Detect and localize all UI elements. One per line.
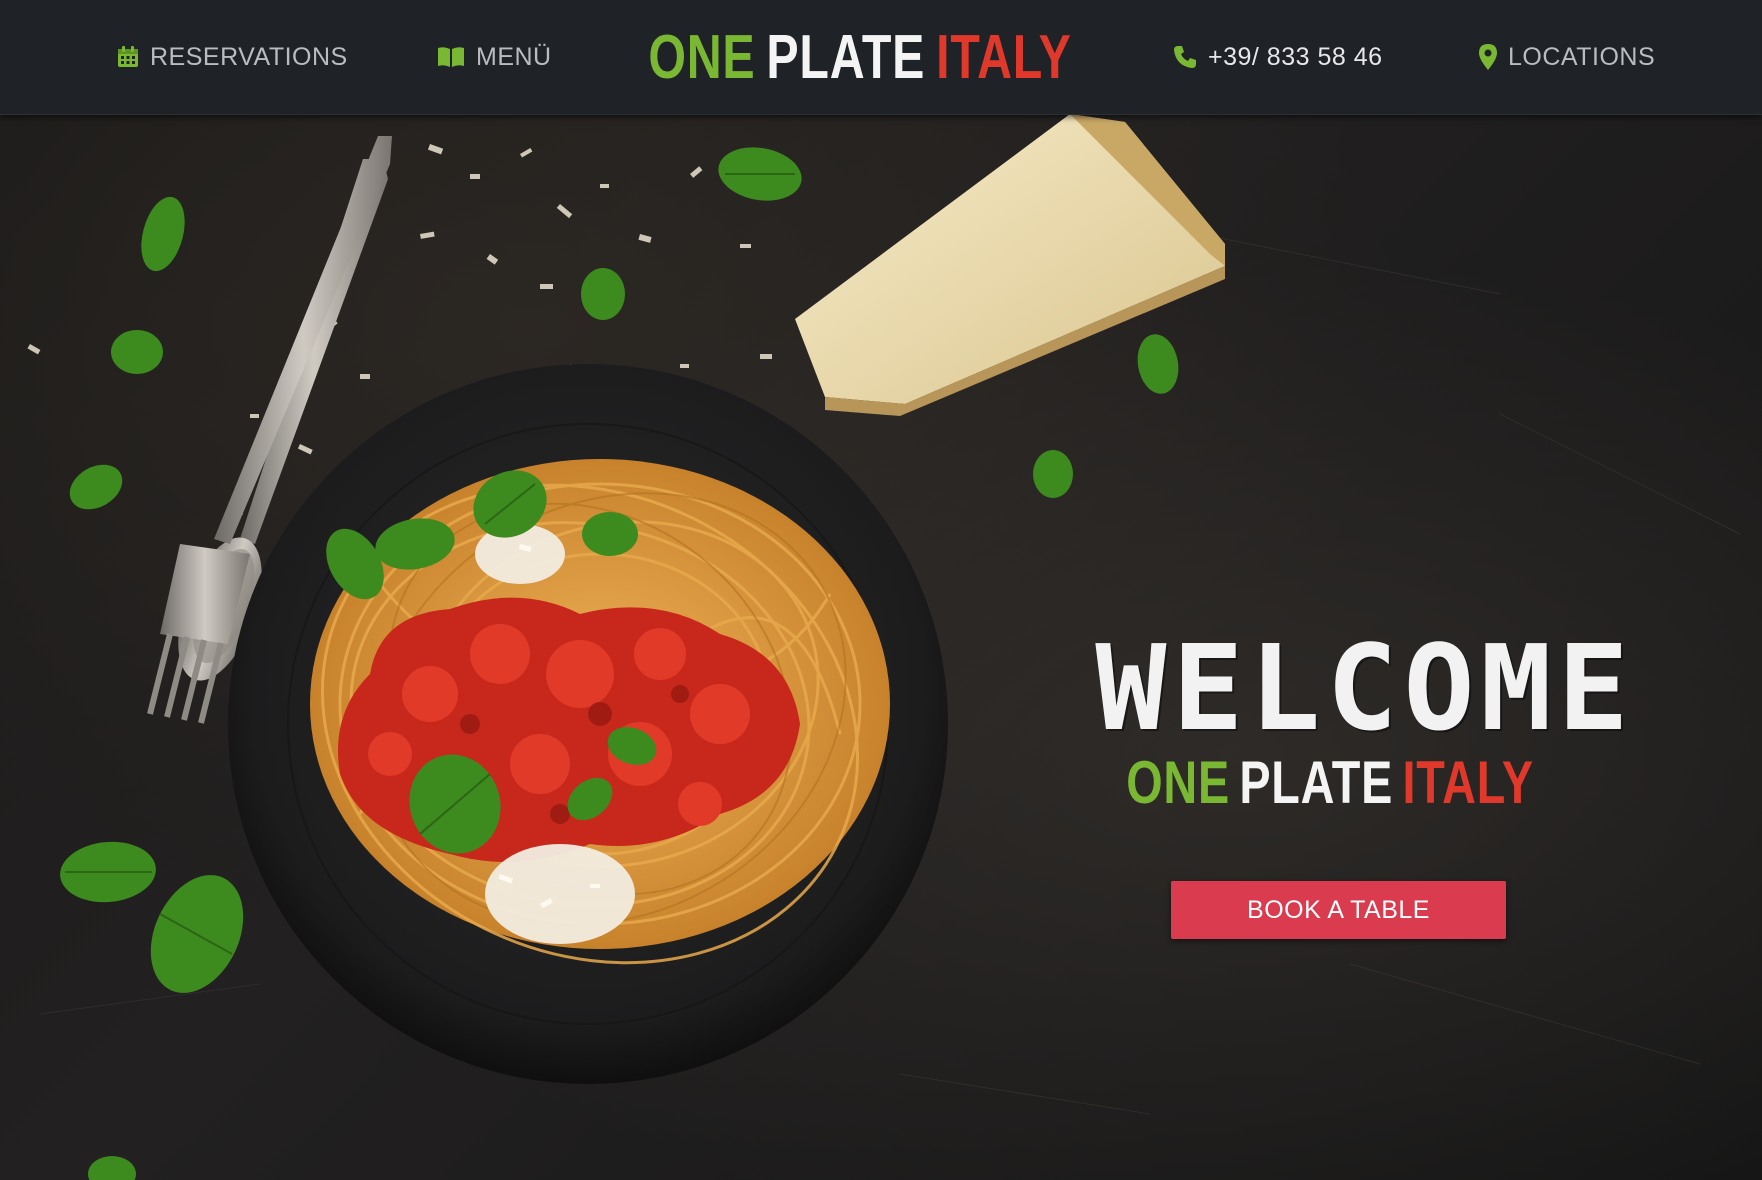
top-navigation-bar: RESERVATIONS MENÜ ONE PLATE ITALY +39/ 8… xyxy=(0,0,1762,115)
nav-phone-label: +39/ 833 58 46 xyxy=(1208,42,1383,71)
hero-brand-title: ONE PLATE ITALY xyxy=(1126,742,1533,822)
brand-logo[interactable]: ONE PLATE ITALY xyxy=(648,0,1071,114)
book-icon xyxy=(436,45,466,69)
welcome-heading: WELCOME xyxy=(1095,619,1635,757)
hero-word-one: ONE xyxy=(1126,748,1230,816)
nav-reservations-label: RESERVATIONS xyxy=(150,42,348,71)
phone-icon xyxy=(1172,44,1198,70)
nav-menu-link[interactable]: MENÜ xyxy=(436,0,552,114)
nav-menu-label: MENÜ xyxy=(476,42,552,71)
hero-word-plate: PLATE xyxy=(1239,748,1394,816)
nav-phone-link[interactable]: +39/ 833 58 46 xyxy=(1172,0,1383,114)
nav-locations-link[interactable]: LOCATIONS xyxy=(1478,0,1655,114)
hero-section: WELCOME ONE PLATE ITALY BOOK A TABLE xyxy=(0,114,1762,1180)
hero-word-italy: ITALY xyxy=(1402,748,1534,816)
map-pin-icon xyxy=(1478,43,1498,71)
book-a-table-button[interactable]: BOOK A TABLE xyxy=(1171,881,1506,939)
logo-word-one: ONE xyxy=(648,22,756,92)
logo-word-plate: PLATE xyxy=(766,22,926,92)
calendar-icon xyxy=(116,45,140,69)
nav-locations-label: LOCATIONS xyxy=(1508,42,1656,71)
nav-reservations-link[interactable]: RESERVATIONS xyxy=(116,0,348,114)
logo-word-italy: ITALY xyxy=(936,22,1072,92)
